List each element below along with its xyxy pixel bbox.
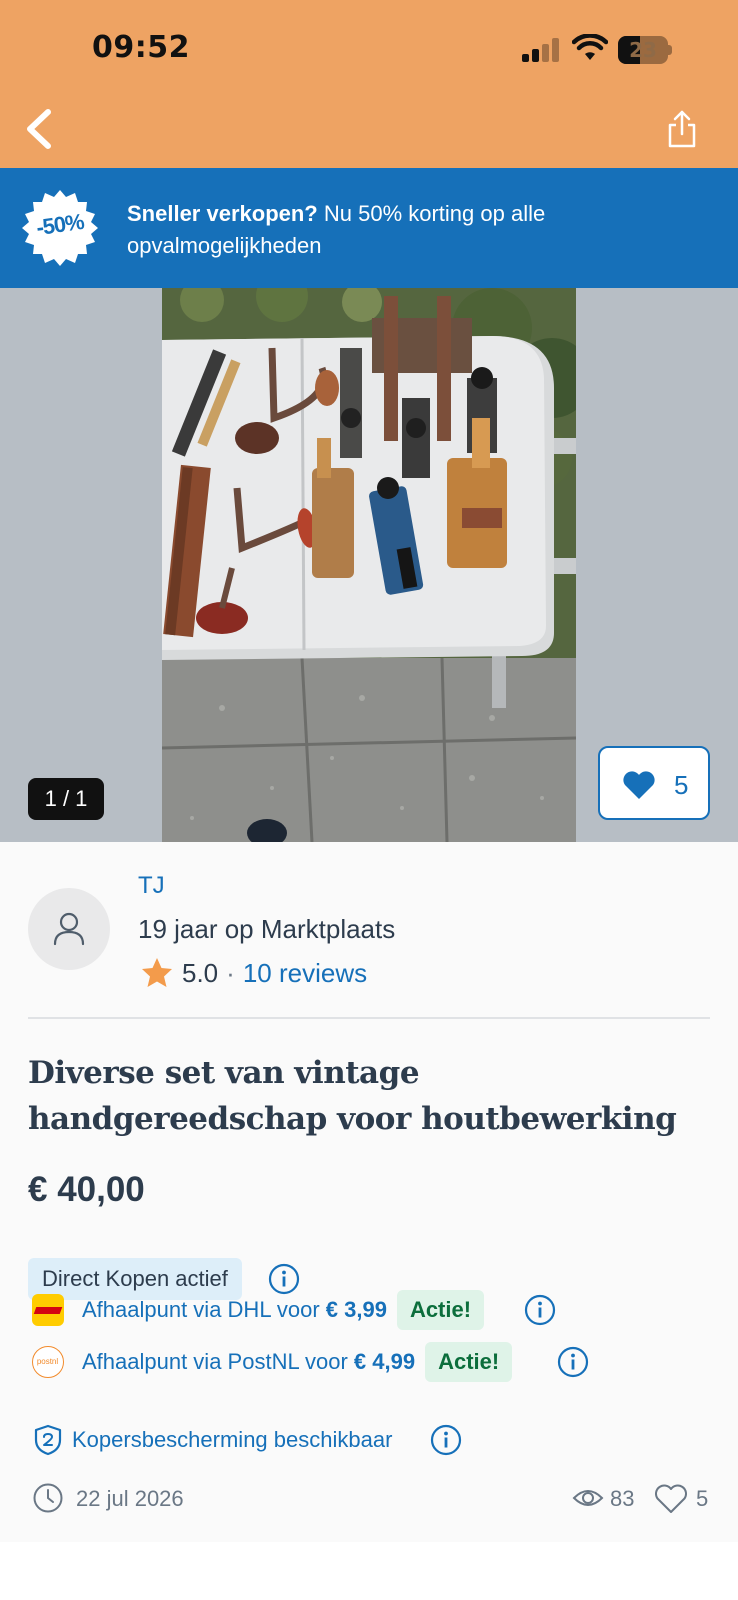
user-icon [53,912,85,946]
favorite-count-meta: 5 [696,1486,709,1511]
clock-icon [33,1483,63,1513]
listing-details: TJ 19 jaar op Marktplaats 5.0 · 10 revie… [0,842,738,1542]
battery-level: 23 [629,38,657,62]
photo-counter: 1 / 1 [28,778,104,820]
shield-icon [34,1424,62,1456]
seller-avatar[interactable] [28,888,110,970]
battery-icon: 23 [618,36,672,64]
shipping-postnl-link[interactable]: Afhaalpunt via PostNL voor € 4,99 [82,1349,415,1375]
postnl-logo-icon: postnl [32,1346,64,1378]
view-count: 83 [610,1486,635,1511]
info-icon[interactable] [557,1346,589,1378]
shipping-postnl-price: € 4,99 [353,1349,416,1374]
eye-icon [572,1490,604,1506]
promo-badge-dhl: Actie! [396,1290,485,1330]
buyer-protection-text: Kopersbescherming beschikbaar [72,1427,393,1452]
shipping-postnl-text: Afhaalpunt via PostNL voor [82,1349,354,1374]
listing-photo[interactable] [162,288,576,842]
status-time: 09:52 [92,30,190,65]
info-icon[interactable] [524,1294,556,1326]
postnl-logo-text: postnl [36,1357,59,1366]
listing-date: 22 jul 2026 [76,1486,184,1511]
reviews-link[interactable]: 10 reviews [243,958,367,989]
shipping-dhl-text: Afhaalpunt via DHL voor [82,1297,326,1322]
shipping-dhl-price: € 3,99 [325,1297,387,1322]
seller-rating: 5.0 · 10 reviews [140,956,367,990]
divider [28,1017,710,1019]
buyer-protection-link[interactable]: Kopersbescherming beschikbaar [34,1422,392,1458]
info-icon[interactable] [430,1424,462,1456]
promo-text: Sneller verkopen? Nu 50% korting op alle… [127,198,687,262]
image-gallery: 1 / 1 5 [0,288,738,842]
listing-title: Diverse set van vintage handgereedschap … [28,1055,677,1137]
promo-bold-text: Sneller verkopen? [127,201,318,226]
favorite-button[interactable]: 5 [598,746,710,820]
chevron-left-icon[interactable] [18,104,62,154]
seller-membership: 19 jaar op Marktplaats [138,914,396,944]
favorite-count: 5 [674,770,689,800]
listing-photo-image [162,288,576,842]
listing-meta: 22 jul 2026 83 5 [32,1482,712,1516]
shipping-option-dhl: Afhaalpunt via DHL voor € 3,99 Actie! [32,1288,485,1332]
listing-price: € 40,00 [28,1170,145,1209]
signal-icon [522,38,562,62]
promo-badge-postnl: Actie! [425,1342,513,1382]
rating-separator: · [226,957,235,988]
app-header: 09:52 23 [0,0,738,168]
shipping-dhl-link[interactable]: Afhaalpunt via DHL voor € 3,99 [82,1297,387,1323]
seller-name-link[interactable]: TJ [138,872,165,900]
rating-score: 5.0 [182,957,219,988]
promo-banner[interactable]: -50% Sneller verkopen? Nu 50% korting op… [0,168,738,288]
shipping-option-postnl: postnl Afhaalpunt via PostNL voor € 4,99… [32,1340,513,1384]
share-icon[interactable] [664,108,700,150]
heart-filled-icon [623,771,655,799]
dhl-logo-icon [32,1294,64,1326]
star-icon [142,958,172,987]
heart-outline-icon [655,1484,687,1513]
wifi-icon [572,34,608,60]
